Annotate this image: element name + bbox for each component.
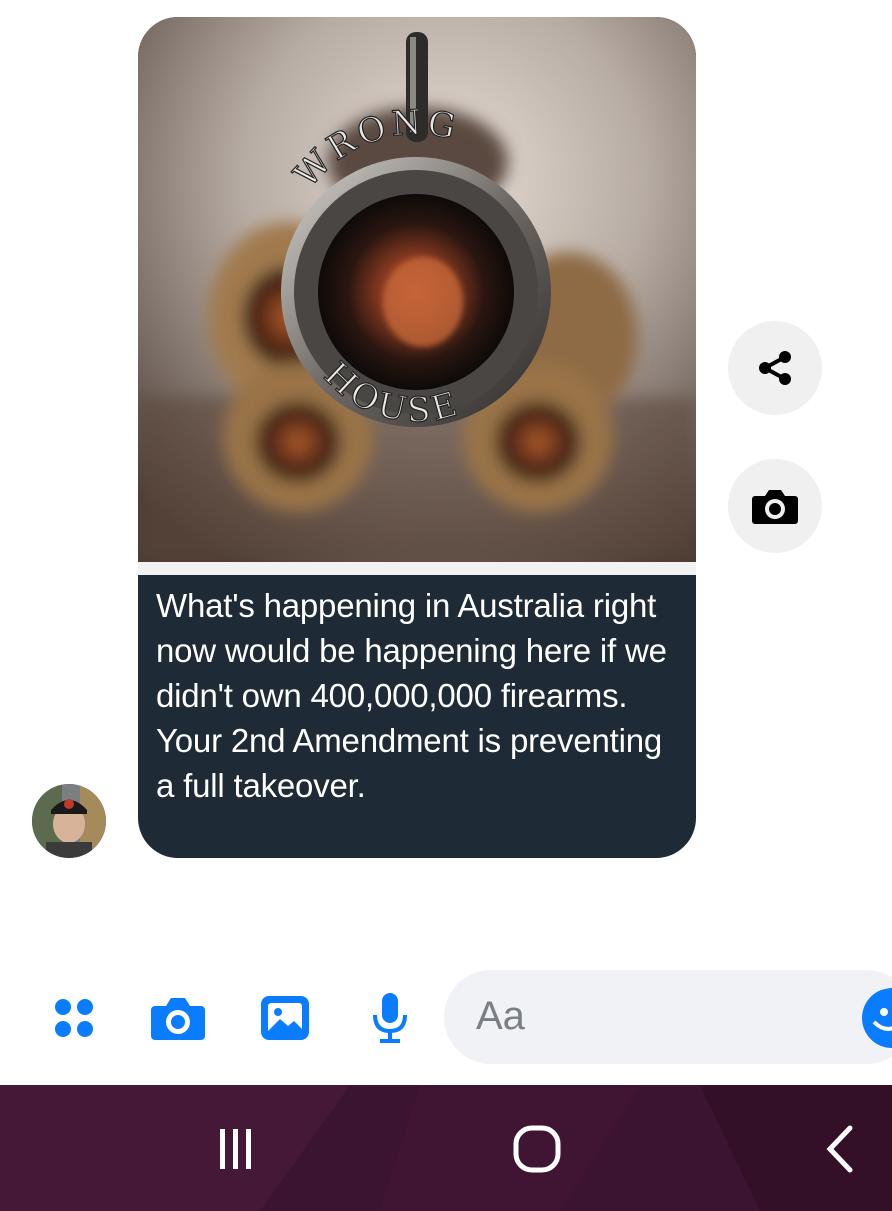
camera-icon bbox=[752, 490, 798, 524]
navbar-background bbox=[0, 1085, 892, 1211]
camera-icon bbox=[151, 998, 205, 1040]
microphone-icon bbox=[373, 993, 407, 1043]
gallery-button[interactable] bbox=[255, 988, 315, 1048]
message-caption: What's happening in Australia right now … bbox=[156, 587, 667, 804]
image-icon bbox=[261, 996, 309, 1040]
home-button[interactable] bbox=[497, 1117, 577, 1181]
message-image[interactable]: WRONG HOUSE bbox=[138, 17, 696, 562]
share-icon bbox=[759, 351, 791, 385]
message-input[interactable]: Aa bbox=[444, 970, 892, 1064]
message-composer: Aa bbox=[0, 960, 892, 1070]
camera-compose-button[interactable] bbox=[148, 988, 208, 1048]
recent-apps-icon bbox=[220, 1129, 251, 1169]
android-nav-bar bbox=[0, 1085, 892, 1211]
back-button[interactable] bbox=[800, 1117, 880, 1181]
sender-avatar[interactable] bbox=[32, 784, 106, 858]
four-dots-icon bbox=[55, 999, 93, 1037]
voice-button[interactable] bbox=[360, 988, 420, 1048]
more-actions-button[interactable] bbox=[44, 988, 104, 1048]
message-bubble[interactable]: WRONG HOUSE What's happening in Australi… bbox=[138, 17, 696, 858]
message-input-placeholder: Aa bbox=[476, 994, 525, 1038]
share-button[interactable] bbox=[728, 321, 822, 415]
recent-apps-button[interactable] bbox=[196, 1117, 276, 1181]
home-icon bbox=[513, 1125, 561, 1173]
chevron-left-icon bbox=[826, 1125, 853, 1173]
camera-button[interactable] bbox=[728, 459, 822, 553]
chat-area: WRONG HOUSE What's happening in Australi… bbox=[0, 0, 892, 1085]
image-divider bbox=[138, 562, 696, 575]
